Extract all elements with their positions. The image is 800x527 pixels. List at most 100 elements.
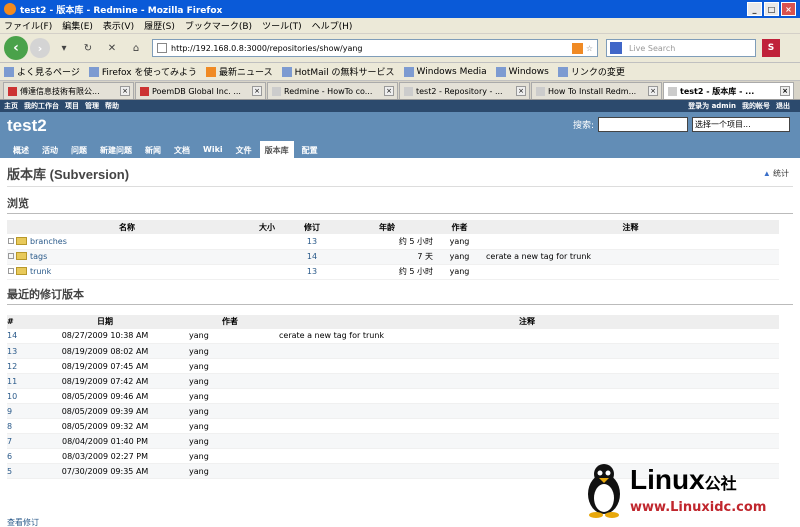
revision-number[interactable]: 12 [7,358,25,374]
entry-name[interactable]: trunk [30,267,51,276]
expand-icon[interactable] [8,253,14,259]
bookmark-item[interactable]: Firefox を使ってみよう [88,65,197,78]
tab-files[interactable]: 文件 [231,141,257,158]
top-menu-my-page[interactable]: 我的工作台 [24,101,59,111]
entry-name[interactable]: branches [30,237,67,246]
revision-number[interactable]: 10 [7,388,25,404]
close-tab-icon[interactable]: × [384,86,394,96]
tab-settings[interactable]: 配置 [297,141,323,158]
minimize-button[interactable]: _ [747,2,762,16]
revision-number[interactable]: 11 [7,373,25,389]
tab-news[interactable]: 新闻 [140,141,166,158]
star-icon[interactable]: ☆ [586,44,593,53]
top-menu-logout[interactable]: 退出 [776,101,790,111]
menu-tools[interactable]: ツール(T) [262,19,302,32]
bookmark-item[interactable]: リンクの変更 [557,65,625,78]
stats-link[interactable]: ▲ 统计 [763,168,789,179]
url-field[interactable]: http://192.168.0.8:3000/repositories/sho… [152,39,598,57]
watermark-suffix: 公社 [704,476,737,493]
history-dropdown-icon[interactable]: ▾ [57,43,71,54]
entry-name-cell[interactable]: branches [7,234,247,250]
browser-tab-active[interactable]: test2 - 版本库 - ... × [663,82,794,99]
tab-activity[interactable]: 活动 [37,141,63,158]
top-menu-help[interactable]: 帮助 [105,101,119,111]
bookmark-label: Windows [508,66,549,77]
revision-comment [275,343,779,359]
addon-s-icon[interactable]: S [762,39,780,57]
rss-icon[interactable] [571,42,583,54]
menu-view[interactable]: 表示(V) [103,19,134,32]
entry-name-cell[interactable]: tags [7,249,247,265]
logged-in-as: 登录为 admin [688,102,736,110]
revision-comment [275,358,779,374]
close-tab-icon[interactable]: × [516,86,526,96]
browser-tab[interactable]: 傅達信息技術有限公... × [3,82,134,99]
expand-icon[interactable] [8,237,14,244]
menu-bookmarks[interactable]: ブックマーク(B) [185,19,252,32]
home-icon[interactable]: ⌂ [129,43,143,54]
firefox-icon [4,3,16,15]
bookmark-item[interactable]: よく見るページ [4,65,80,78]
view-revisions-link[interactable]: 查看修订 [7,517,39,527]
tab-overview[interactable]: 概述 [8,141,34,158]
stop-icon[interactable]: ✕ [105,43,119,54]
browser-tab[interactable]: test2 - Repository - ... × [399,82,530,99]
reload-icon[interactable]: ↻ [81,43,95,54]
tab-new-issue[interactable]: 新建问题 [95,141,137,158]
revision-date: 08/19/2009 07:42 AM [25,373,185,389]
close-tab-icon[interactable]: × [252,86,262,96]
search-engine-icon[interactable] [610,42,622,54]
top-menu-my-account[interactable]: 我的帐号 [742,101,770,111]
project-jump-select[interactable]: 选择一个项目... [692,117,790,132]
maximize-button[interactable]: □ [764,2,779,16]
revision-date: 08/05/2009 09:46 AM [25,388,185,404]
close-tab-icon[interactable]: × [648,86,658,96]
folder-icon [16,267,27,275]
bookmark-item[interactable]: HotMail の無料サービス [281,65,395,78]
browser-tab[interactable]: PoemDB Global Inc. ... × [135,82,266,99]
close-tab-icon[interactable]: × [780,86,790,96]
table-row: branches 13 约 5 小时 yang [7,234,779,250]
search-box[interactable]: Live Search [606,39,756,57]
menu-history[interactable]: 履歴(S) [144,19,175,32]
entry-name[interactable]: tags [30,252,47,261]
revision-number[interactable]: 5 [7,463,25,479]
revision-number[interactable]: 7 [7,433,25,449]
expand-icon[interactable] [8,268,14,274]
tab-wiki[interactable]: Wiki [198,141,228,158]
tab-documents[interactable]: 文档 [169,141,195,158]
bookmark-icon [4,66,14,77]
entry-revision[interactable]: 13 [287,264,337,280]
tab-favicon [272,86,281,96]
back-button[interactable]: ‹ [4,36,28,60]
forward-button[interactable]: › [30,38,50,58]
browser-tab[interactable]: How To Install Redm... × [531,82,662,99]
entry-revision[interactable]: 13 [287,234,337,250]
tab-repository[interactable]: 版本库 [259,141,294,158]
menu-file[interactable]: ファイル(F) [4,19,52,32]
revision-author: yang [185,358,275,374]
revision-number[interactable]: 6 [7,448,25,464]
revision-date: 08/05/2009 09:32 AM [25,418,185,434]
top-menu-admin[interactable]: 管理 [85,101,99,111]
revision-number[interactable]: 13 [7,343,25,359]
close-tab-icon[interactable]: × [120,86,130,96]
table-row: 7 08/04/2009 01:40 PM yang [7,433,779,449]
bookmark-item[interactable]: Windows [495,66,549,77]
entry-revision[interactable]: 14 [287,249,337,265]
bookmark-item[interactable]: Windows Media [403,66,487,77]
revision-number[interactable]: 9 [7,403,25,419]
revision-number[interactable]: 14 [7,328,25,344]
entry-name-cell[interactable]: trunk [7,264,247,280]
bookmark-item[interactable]: 最新ニュース [206,65,273,78]
project-search-input[interactable] [598,117,688,132]
tab-bar: 傅達信息技術有限公... × PoemDB Global Inc. ... × Re… [0,81,800,100]
menu-edit[interactable]: 編集(E) [62,19,93,32]
top-menu-projects[interactable]: 项目 [65,101,79,111]
browser-tab[interactable]: Redmine - HowTo co... × [267,82,398,99]
close-button[interactable]: × [781,2,796,16]
tab-issues[interactable]: 问题 [66,141,92,158]
top-menu-home[interactable]: 主页 [4,101,18,111]
revision-number[interactable]: 8 [7,418,25,434]
menu-help[interactable]: ヘルプ(H) [312,19,353,32]
